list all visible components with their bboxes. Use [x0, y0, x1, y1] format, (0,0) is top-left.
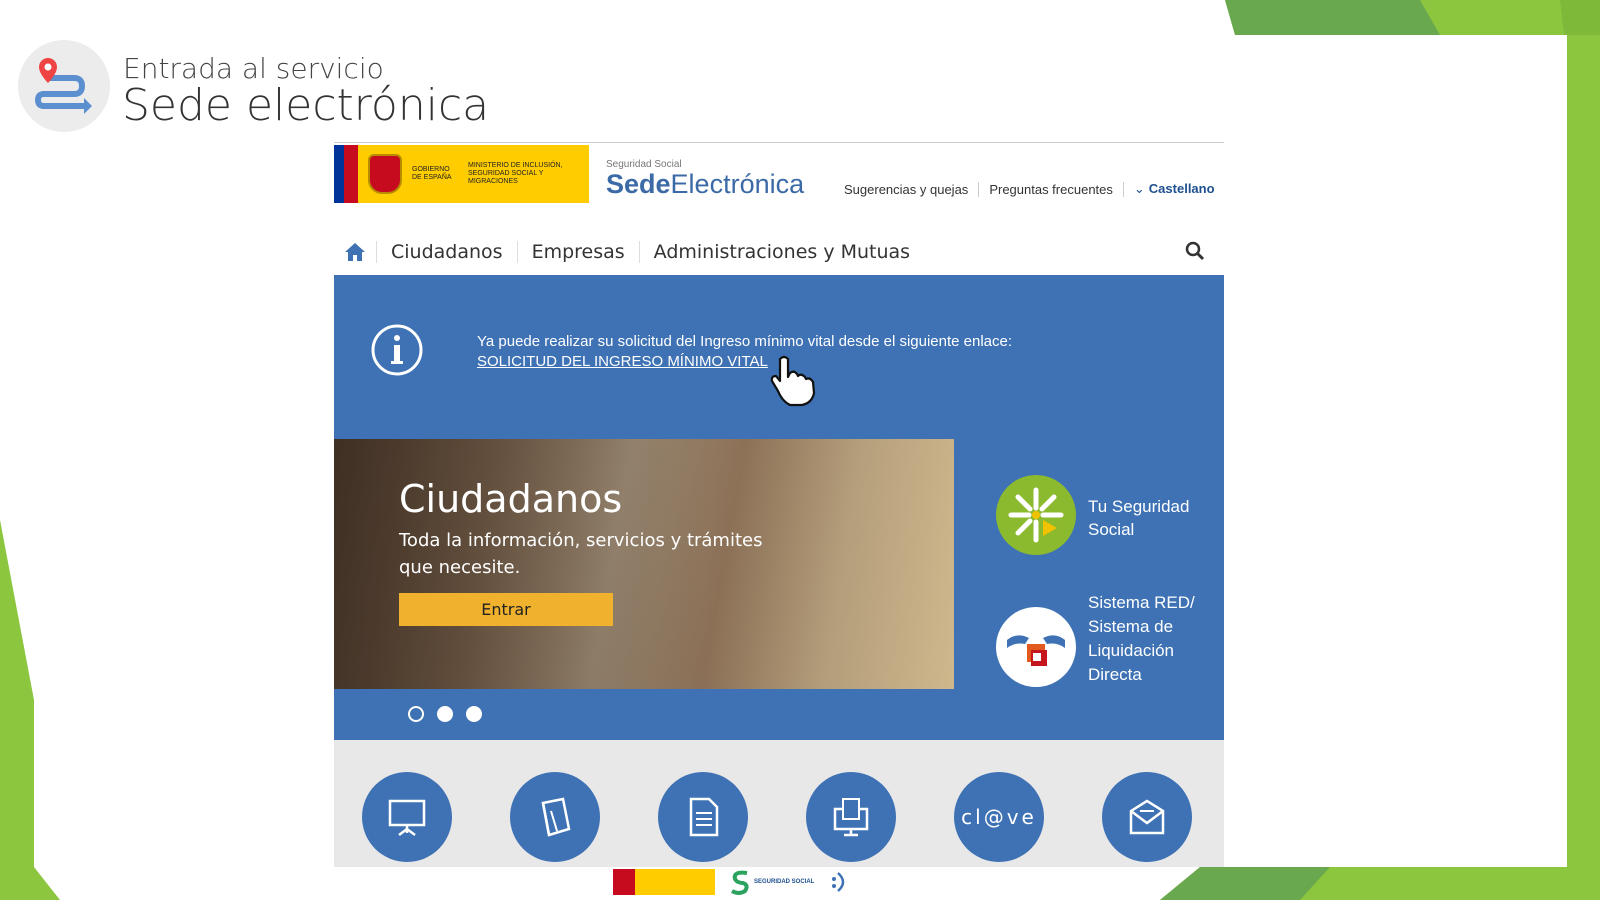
presentation-tile[interactable] [362, 772, 452, 862]
government-logo[interactable]: GOBIERNO DE ESPAÑA MINISTERIO DE INCLUSI… [334, 145, 589, 203]
side-panel: Tu Seguridad Social Sistema RED/ Sistema… [954, 441, 1224, 740]
footer-ss-logo: SEGURIDAD SOCIAL [729, 869, 814, 895]
ministry-text: MINISTERIO DE INCLUSIÓN, SEGURIDAD SOCIA… [468, 162, 563, 185]
tu-seguridad-social-label[interactable]: Tu Seguridad Social [1088, 495, 1218, 541]
computer-document-icon [833, 798, 869, 837]
brand-rest: Electrónica [670, 169, 805, 199]
hero-description: Toda la información, servicios y trámite… [399, 530, 763, 578]
notebook-icon [541, 797, 571, 837]
footer-logos: SEGURIDAD SOCIAL [613, 866, 943, 898]
notice-message: Ya puede realizar su solicitud del Ingre… [477, 333, 1013, 350]
footer-government-logo [613, 869, 715, 895]
language-select[interactable]: ⌄ Castellano [1124, 181, 1215, 197]
tu-seguridad-social-logo[interactable] [996, 475, 1076, 555]
envelope-icon [1129, 799, 1165, 835]
footer-third-logo [828, 871, 852, 893]
service-tiles: cl@ve [334, 740, 1224, 867]
hand-pointer-icon [770, 355, 818, 411]
gob-text: GOBIERNO DE ESPAÑA [412, 166, 452, 181]
chevron-down-icon: ⌄ [1133, 181, 1145, 196]
mail-tile[interactable] [1102, 772, 1192, 862]
presentation-icon [388, 799, 426, 836]
hero-carousel: Ciudadanos Toda la información, servicio… [334, 439, 954, 689]
route-icon [18, 40, 110, 132]
hero-heading: Ciudadanos [399, 477, 623, 521]
nav-administraciones[interactable]: Administraciones y Mutuas [638, 241, 924, 263]
slide-title: Sede electrónica [122, 80, 490, 131]
search-icon[interactable] [1184, 240, 1206, 266]
document-icon [689, 797, 719, 837]
brand-bold: Sede [606, 169, 671, 199]
carousel-dot[interactable] [466, 706, 482, 722]
document-tile[interactable] [658, 772, 748, 862]
sistema-red-logo[interactable] [996, 607, 1076, 687]
carousel-dot[interactable] [408, 706, 424, 722]
link-suggestions[interactable]: Sugerencias y quejas [834, 181, 980, 197]
sede-logo[interactable]: Seguridad Social SedeElectrónica [606, 159, 804, 198]
coat-of-arms-icon [368, 154, 402, 194]
notice-banner: Ya puede realizar su solicitud del Ingre… [334, 275, 1224, 441]
computer-tile[interactable] [806, 772, 896, 862]
site-header: GOBIERNO DE ESPAÑA MINISTERIO DE INCLUSI… [334, 143, 1224, 209]
sistema-red-label[interactable]: Sistema RED/ Sistema de Liquidación Dire… [1088, 591, 1218, 687]
website-screenshot: GOBIERNO DE ESPAÑA MINISTERIO DE INCLUSI… [334, 142, 1224, 867]
flag-icon [334, 145, 358, 203]
nav-empresas[interactable]: Empresas [516, 241, 639, 263]
clave-tile[interactable]: cl@ve [954, 772, 1044, 862]
carousel-dots [334, 689, 954, 740]
notebook-tile[interactable] [510, 772, 600, 862]
main-nav: Ciudadanos Empresas Administraciones y M… [334, 228, 1224, 276]
circle-logo-icon [832, 872, 845, 892]
info-icon [370, 323, 424, 381]
home-icon[interactable] [334, 241, 376, 263]
link-faq[interactable]: Preguntas frecuentes [979, 181, 1124, 197]
clave-logo: cl@ve [961, 805, 1037, 829]
ss-logo-icon [731, 870, 749, 895]
nav-ciudadanos[interactable]: Ciudadanos [376, 241, 517, 263]
top-links: Sugerencias y quejas Preguntas frecuente… [834, 181, 1215, 197]
entrar-button[interactable]: Entrar [399, 593, 613, 626]
carousel-dot[interactable] [437, 706, 453, 722]
ingreso-minimo-vital-link[interactable]: SOLICITUD DEL INGRESO MÍNIMO VITAL [477, 353, 768, 370]
